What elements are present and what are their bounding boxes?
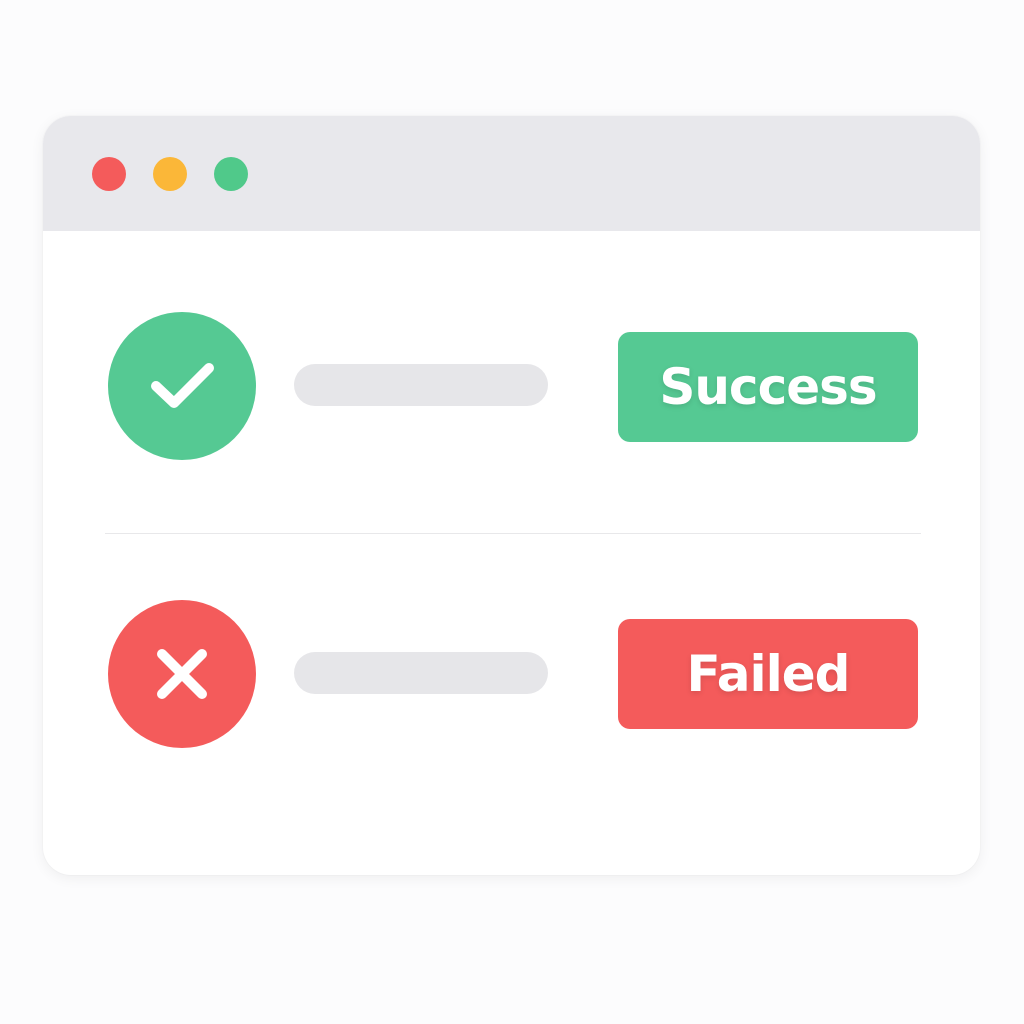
minimize-window-button[interactable]: [153, 157, 187, 191]
failed-badge-label: Failed: [686, 645, 851, 703]
failed-status-icon: [108, 600, 256, 748]
placeholder-text-bar: [294, 652, 548, 694]
row-divider: [105, 533, 921, 534]
failed-badge: Failed: [618, 619, 918, 729]
app-window: Success Failed: [43, 116, 980, 875]
close-window-button[interactable]: [92, 157, 126, 191]
checkmark-icon: [151, 363, 214, 408]
placeholder-text-bar: [294, 364, 548, 406]
success-badge-label: Success: [659, 358, 877, 416]
success-badge: Success: [618, 332, 918, 442]
title-bar: [43, 116, 980, 231]
maximize-window-button[interactable]: [214, 157, 248, 191]
x-icon: [157, 649, 207, 699]
success-status-icon: [108, 312, 256, 460]
